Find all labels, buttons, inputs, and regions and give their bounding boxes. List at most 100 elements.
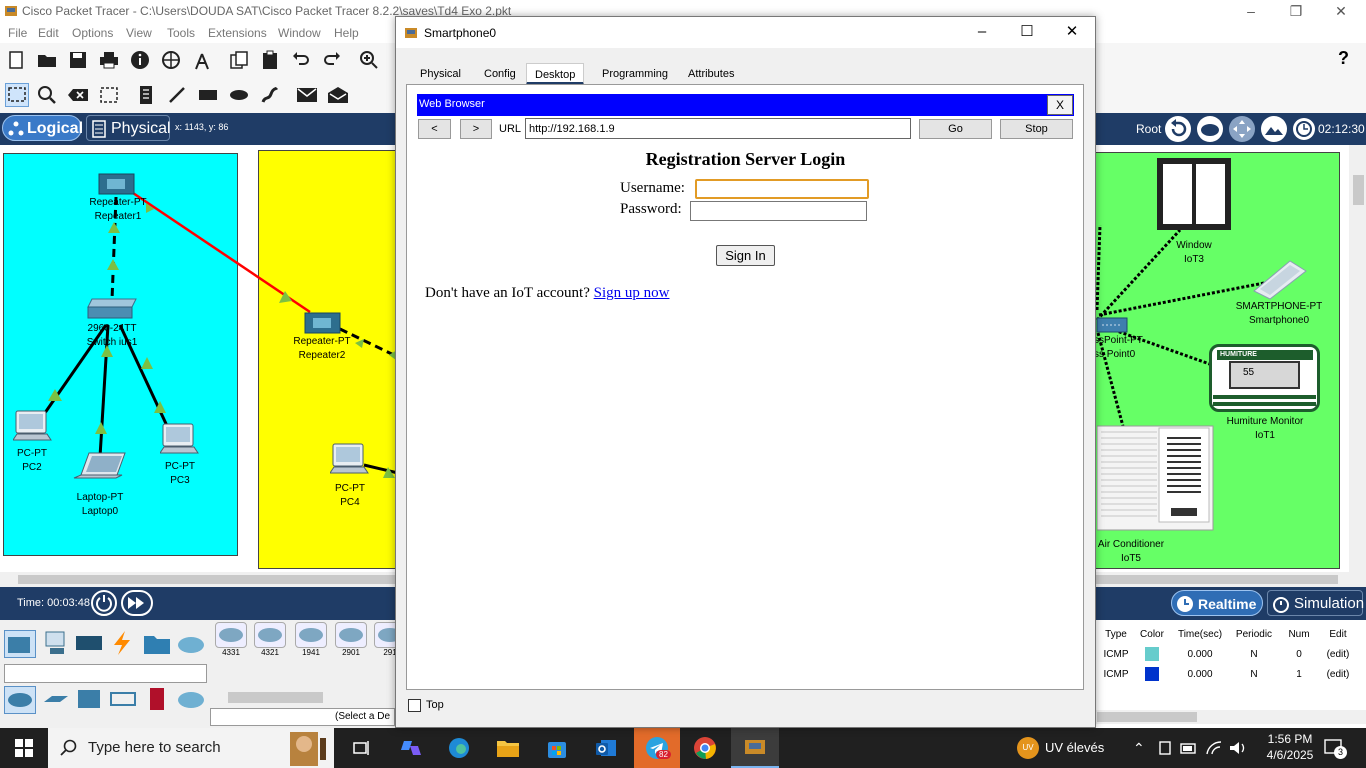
minimize-button[interactable]: – [1228,0,1274,23]
tab-attributes[interactable]: Attributes [680,63,742,85]
inspect-icon[interactable] [35,83,59,107]
freeform-icon[interactable] [258,83,282,107]
smartphone0-device-icon[interactable] [1250,255,1310,300]
power-cycle-icon[interactable] [91,590,117,616]
move-object-icon[interactable] [1229,116,1255,142]
info-icon[interactable] [128,48,152,72]
add-complex-pdu-icon[interactable] [326,83,350,107]
connections-category-icon[interactable] [108,630,140,658]
restore-button[interactable]: ❐ [1273,0,1319,23]
tab-programming[interactable]: Programming [594,63,676,85]
cluster-cloud-icon[interactable] [1197,116,1223,142]
network-info-icon[interactable] [159,48,183,72]
access-point-device-icon[interactable] [1096,315,1128,335]
windows-start-icon[interactable] [4,732,44,764]
browser-go-button[interactable]: Go [919,119,992,139]
copy-icon[interactable] [227,48,251,72]
wan-emulation-subcategory-icon[interactable] [176,686,208,714]
end-devices-category-icon[interactable] [40,630,72,658]
pdu-scroll-thumb[interactable] [1097,712,1197,722]
workspace-vertical-scrollbar[interactable] [1349,145,1366,572]
add-simple-pdu-icon[interactable] [295,83,319,107]
pdu-edit-link[interactable]: (edit) [1319,664,1357,684]
task-view-icon[interactable] [342,732,382,764]
logical-view-button[interactable]: Logical [2,115,83,141]
wireless-tower-icon[interactable] [190,48,214,72]
weather-uv-icon[interactable]: UV [1017,737,1039,759]
table-row[interactable]: ICMP 0.000 N 0 (edit) [1099,644,1357,664]
dialog-close-button[interactable]: ✕ [1049,17,1095,48]
background-image-icon[interactable] [1261,116,1287,142]
router-model-2901[interactable]: 2901 [334,622,368,657]
components-category-icon[interactable] [74,630,106,658]
telegram-icon[interactable]: 82 [634,728,680,768]
help-icon[interactable]: ? [1338,48,1349,69]
draw-ellipse-icon[interactable] [227,83,251,107]
wireless-subcategory-icon[interactable] [108,686,140,714]
models-horizontal-scrollbar[interactable] [212,690,395,705]
dialog-minimize-button[interactable]: – [959,17,1005,48]
network-devices-category-icon[interactable] [4,630,36,658]
url-input[interactable] [525,118,911,139]
pc3-device-icon[interactable] [160,423,200,459]
humiture-monitor-device[interactable]: HUMITURE 55 [1209,344,1320,412]
web-browser-close-button[interactable]: X [1047,95,1073,115]
multiuser-category-icon[interactable] [176,630,208,658]
password-field[interactable] [690,201,867,221]
air-conditioner-device-icon[interactable] [1097,424,1215,534]
viewport-clock-icon[interactable] [1293,118,1315,140]
hubs-subcategory-icon[interactable] [74,686,106,714]
tab-physical[interactable]: Physical [412,63,469,85]
delete-icon[interactable] [66,83,90,107]
models-scroll-thumb[interactable] [228,692,323,703]
paste-icon[interactable] [258,48,282,72]
menu-edit[interactable]: Edit [38,26,59,40]
chrome-browser-icon[interactable] [685,732,725,764]
router-model-4331[interactable]: 4331 [214,622,248,657]
draw-line-icon[interactable] [165,83,189,107]
battery-icon[interactable] [1180,740,1198,759]
menu-file[interactable]: File [8,26,27,40]
realtime-mode-button[interactable]: Realtime [1171,590,1263,616]
menu-window[interactable]: Window [278,26,321,40]
window-iot-device-icon[interactable] [1156,157,1232,231]
redo-icon[interactable] [320,48,344,72]
close-button[interactable]: ✕ [1318,0,1364,23]
weather-text[interactable]: UV élevés [1045,740,1104,755]
fast-forward-icon[interactable] [121,590,153,616]
menu-view[interactable]: View [126,26,152,40]
tray-device-icon[interactable] [1157,740,1173,759]
pdu-edit-link[interactable]: (edit) [1319,644,1357,664]
repeater1-device-icon[interactable] [98,171,136,197]
tray-overflow-chevron-icon[interactable]: ⌃ [1133,740,1145,757]
open-folder-icon[interactable] [35,48,59,72]
menu-extensions[interactable]: Extensions [208,26,267,40]
menu-tools[interactable]: Tools [167,26,195,40]
switch1-device-icon[interactable] [86,298,138,322]
new-file-icon[interactable] [4,48,28,72]
physical-view-button[interactable]: Physical [86,115,171,141]
resize-shape-icon[interactable] [97,83,121,107]
tab-config[interactable]: Config [476,63,524,85]
edge-browser-icon[interactable] [439,732,479,764]
simulation-mode-button[interactable]: Simulation [1267,590,1364,616]
microsoft-store-icon[interactable] [537,732,577,764]
packet-tracer-taskbar-icon[interactable] [731,728,779,768]
draw-rectangle-icon[interactable] [196,83,220,107]
save-icon[interactable] [66,48,90,72]
select-tool-icon[interactable] [5,83,29,107]
outlook-icon[interactable] [586,732,626,764]
back-navigation-icon[interactable] [1165,116,1191,142]
menu-help[interactable]: Help [334,26,359,40]
undo-icon[interactable] [289,48,313,72]
dialog-maximize-button[interactable]: ☐ [1004,17,1050,48]
vertical-scroll-thumb[interactable] [1353,175,1364,205]
taskbar-clock[interactable]: 1:56 PM 4/6/2025 [1260,731,1320,763]
print-icon[interactable] [97,48,121,72]
security-subcategory-icon[interactable] [142,686,174,714]
menu-options[interactable]: Options [72,26,113,40]
sign-in-button[interactable]: Sign In [716,245,775,266]
username-field[interactable] [695,179,869,199]
repeater2-device-icon[interactable] [304,310,342,336]
taskbar-search-box[interactable]: Type here to search [48,728,334,768]
